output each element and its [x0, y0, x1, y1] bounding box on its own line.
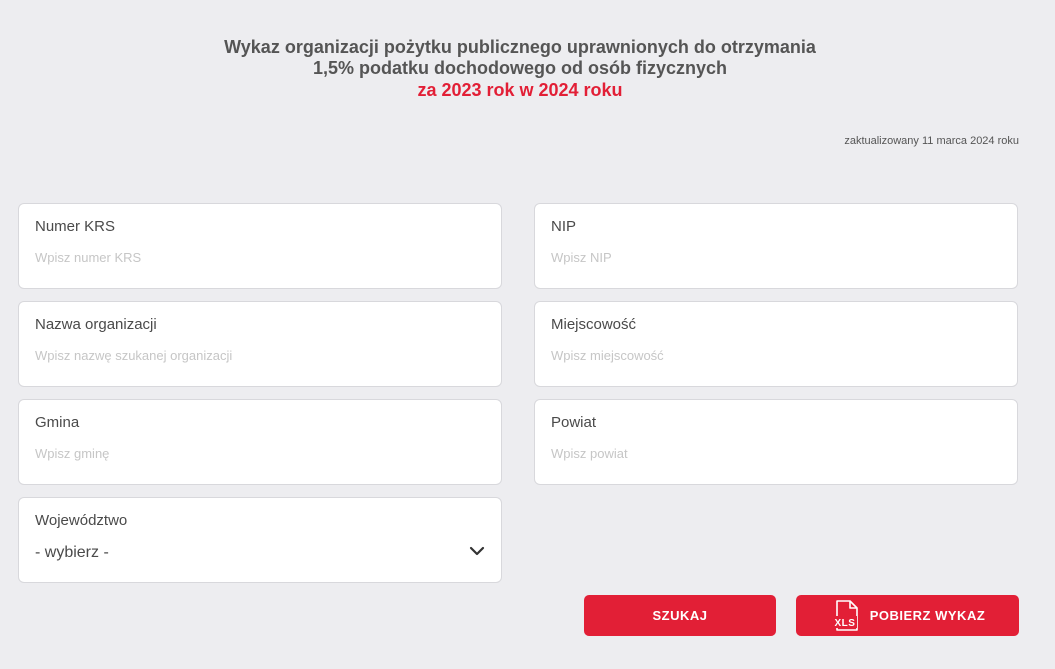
krs-label: Numer KRS — [35, 218, 116, 235]
xls-file-icon: XLS — [832, 599, 858, 631]
search-button[interactable]: SZUKAJ — [584, 595, 776, 636]
xls-icon-text: XLS — [834, 618, 855, 629]
wojewodztwo-select[interactable]: Województwo - wybierz - — [18, 497, 502, 583]
wojewodztwo-label: Województwo — [35, 512, 128, 529]
wojewodztwo-selected-value: - wybierz - — [35, 544, 109, 561]
search-button-label: SZUKAJ — [652, 608, 708, 623]
nip-label: NIP — [551, 218, 577, 235]
powiat-field: Powiat — [534, 399, 1018, 485]
powiat-label: Powiat — [551, 414, 597, 431]
updated-date: zaktualizowany 11 marca 2024 roku — [844, 135, 1019, 147]
krs-input[interactable] — [35, 250, 475, 265]
krs-field: Numer KRS — [18, 203, 502, 289]
city-field: Miejscowość — [534, 301, 1018, 387]
gmina-label: Gmina — [35, 414, 80, 431]
nip-field: NIP — [534, 203, 1018, 289]
organization-name-label: Nazwa organizacji — [35, 316, 157, 333]
organization-name-field: Nazwa organizacji — [18, 301, 502, 387]
page-header: Wykaz organizacji pożytku publicznego up… — [0, 37, 1040, 102]
organization-name-input[interactable] — [35, 348, 475, 363]
city-label: Miejscowość — [551, 316, 637, 333]
chevron-down-icon — [469, 546, 485, 556]
city-input[interactable] — [551, 348, 991, 363]
page-title-line-2: 1,5% podatku dochodowego od osób fizyczn… — [312, 58, 728, 78]
download-list-button-label: POBIERZ WYKAZ — [869, 608, 986, 623]
powiat-input[interactable] — [551, 446, 991, 461]
gmina-field: Gmina — [18, 399, 502, 485]
download-list-button[interactable]: XLS POBIERZ WYKAZ — [796, 595, 1019, 636]
page-title-year: za 2023 rok w 2024 roku — [417, 80, 623, 100]
gmina-input[interactable] — [35, 446, 475, 461]
nip-input[interactable] — [551, 250, 991, 265]
page-title-line-1: Wykaz organizacji pożytku publicznego up… — [224, 37, 816, 57]
